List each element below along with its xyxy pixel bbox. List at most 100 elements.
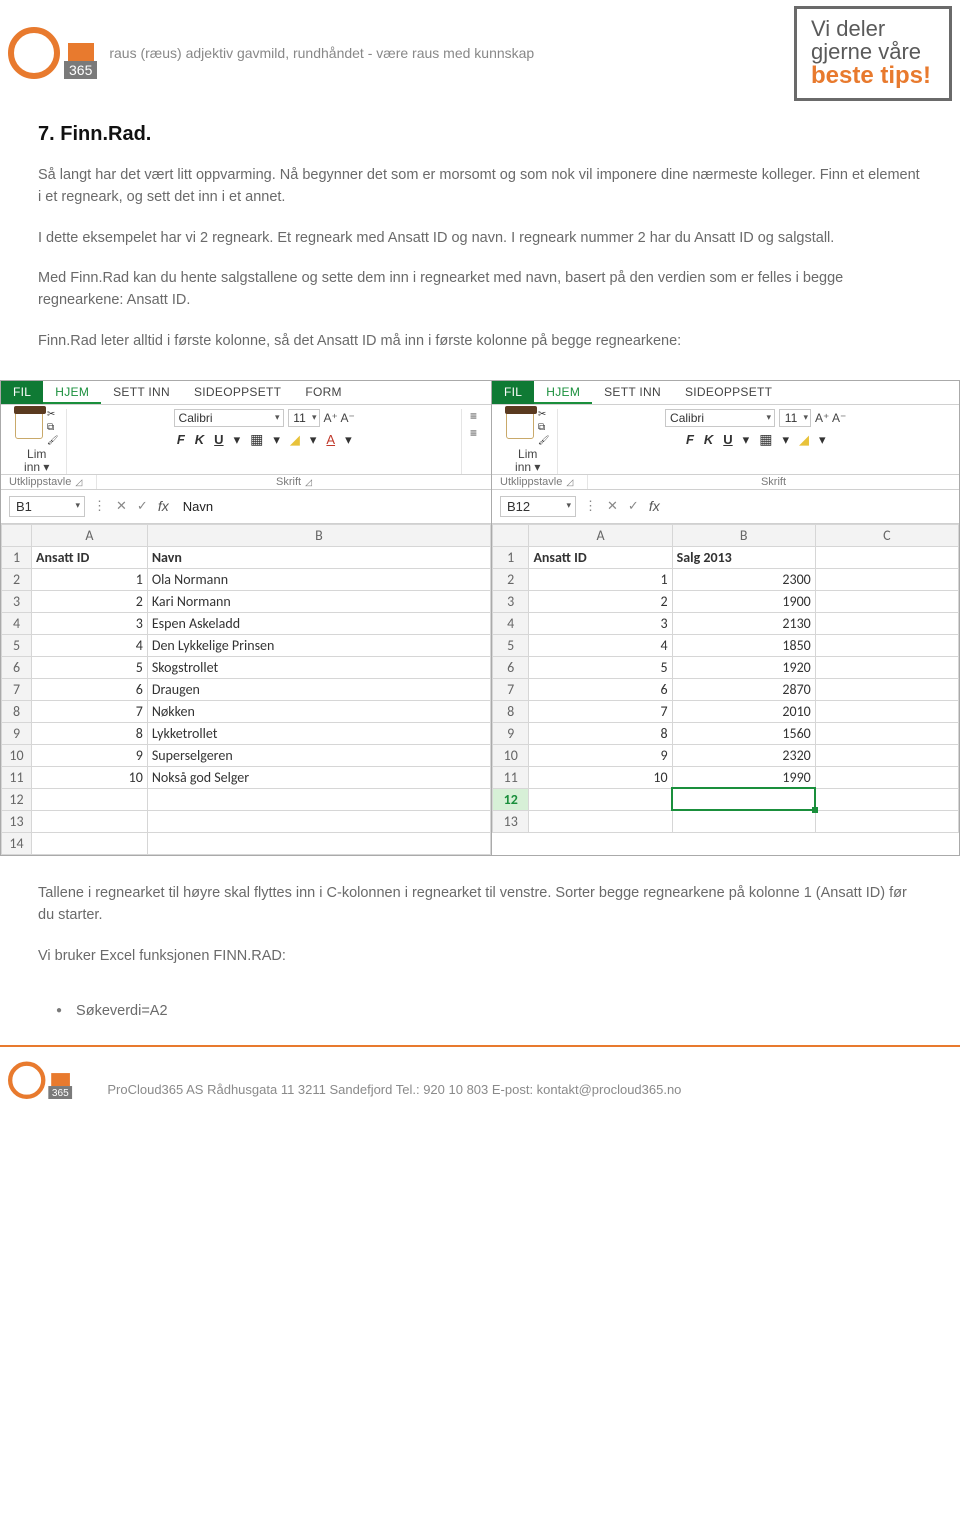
fill-color-icon[interactable]: ◢ (799, 432, 809, 448)
dropdown-icon[interactable]: ▾ (273, 432, 280, 448)
font-group: Calibri 11 A⁺ A⁻ F K U ▾ ▦ ▾ ◢ ▾ (558, 409, 953, 473)
paste-icon[interactable] (15, 409, 43, 439)
fx-icon[interactable]: fx (649, 498, 660, 514)
paragraph: Finn.Rad leter alltid i første kolonne, … (38, 330, 922, 352)
dropdown-icon[interactable]: ▾ (345, 432, 352, 448)
fx-icon[interactable]: fx (158, 498, 169, 514)
bullet-item: Søkeverdi=A2 (56, 1003, 922, 1019)
font-color-icon[interactable]: A (326, 432, 335, 447)
tips-line2: beste tips! (811, 63, 931, 89)
enter-icon[interactable]: ✓ (628, 498, 639, 514)
formula-bar[interactable]: Navn (183, 499, 213, 514)
name-box[interactable]: B1 (9, 496, 85, 517)
clipboard-group: Lim inn ▾ (498, 409, 558, 473)
logo-365-text: 365 (64, 61, 97, 79)
content-body: 7. Finn.Rad. Så langt har det vært litt … (0, 101, 960, 381)
paragraph: Så langt har det vært litt oppvarming. N… (38, 164, 922, 209)
underline-button[interactable]: U (214, 432, 223, 447)
dropdown-icon[interactable]: ▾ (819, 432, 826, 448)
align-icon[interactable]: ≡ (470, 409, 477, 423)
cancel-icon[interactable]: ✕ (116, 498, 127, 514)
group-label: Utklippstavle (9, 476, 71, 488)
formula-bar-row: B12 ⋮ ✕ ✓ fx (492, 490, 959, 524)
footer-logo: 365 (8, 1062, 72, 1099)
tab-settinn[interactable]: SETT INN (101, 381, 182, 404)
dropdown-icon[interactable]: ▾ (310, 432, 317, 448)
cut-icon[interactable] (538, 409, 549, 420)
paragraph: Vi bruker Excel funksjonen FINN.RAD: (38, 945, 922, 967)
paragraph: Tallene i regnearket til høyre skal flyt… (38, 882, 922, 927)
font-group: Calibri 11 A⁺ A⁻ F K U ▾ ▦ ▾ ◢ ▾ A (67, 409, 462, 473)
logo-o-icon (8, 1062, 45, 1099)
tab-fil[interactable]: FIL (1, 381, 43, 404)
font-name-select[interactable]: Calibri (665, 409, 775, 427)
tips-callout: Vi deler gjerne våre beste tips! (794, 6, 952, 101)
logo-square-icon (51, 1073, 70, 1086)
dropdown-icon[interactable]: ▾ (234, 432, 241, 448)
logo-365-block: 365 (48, 1073, 72, 1099)
header: 365 raus (ræus) adjektiv gavmild, rundhå… (0, 0, 960, 101)
group-label: Utklippstavle (500, 476, 562, 488)
sheet-grid-right[interactable]: ABC1Ansatt IDSalg 2013212300321900432130… (492, 524, 959, 833)
content-body-2: Tallene i regnearket til høyre skal flyt… (0, 856, 960, 995)
paste-label: Lim inn ▾ (24, 448, 49, 473)
logo-square-icon (68, 43, 94, 61)
ribbon-labels: Utklippstavle◿ Skrift◿ (1, 475, 491, 490)
excel-right: FIL HJEM SETT INN SIDEOPPSETT (492, 380, 960, 855)
divider-icon: ⋮ (584, 498, 597, 514)
font-size-select[interactable]: 11 (779, 409, 811, 427)
tab-fil[interactable]: FIL (492, 381, 534, 404)
ribbon-tabs: FIL HJEM SETT INN SIDEOPPSETT FORM (1, 381, 491, 405)
page: 365 raus (ræus) adjektiv gavmild, rundhå… (0, 0, 960, 1105)
cancel-icon[interactable]: ✕ (607, 498, 618, 514)
logo: 365 (8, 27, 97, 79)
logo-365-block: 365 (64, 43, 97, 79)
bullet-list: Søkeverdi=A2 (0, 995, 960, 1025)
sheet-grid-left[interactable]: AB1Ansatt IDNavn21Ola Normann32Kari Norm… (1, 524, 491, 855)
paragraph: I dette eksempelet har vi 2 regneark. Et… (38, 227, 922, 249)
tab-form[interactable]: FORM (293, 381, 354, 404)
group-label: Skrift (761, 476, 786, 488)
dropdown-icon[interactable]: ▾ (743, 432, 750, 448)
tab-settinn[interactable]: SETT INN (592, 381, 673, 404)
excel-left: FIL HJEM SETT INN SIDEOPPSETT FORM (0, 380, 492, 855)
section-heading: 7. Finn.Rad. (38, 123, 922, 146)
tips-line1a: Vi deler (811, 17, 931, 40)
logo-o-icon (8, 27, 60, 79)
bold-button[interactable]: F (177, 432, 185, 447)
format-painter-icon[interactable] (538, 435, 549, 446)
copy-icon[interactable] (47, 422, 58, 433)
name-box[interactable]: B12 (500, 496, 576, 517)
borders-icon[interactable]: ▦ (759, 431, 772, 448)
copy-icon[interactable] (538, 422, 549, 433)
font-name-select[interactable]: Calibri (174, 409, 284, 427)
footer-text: ProCloud365 AS Rådhusgata 11 3211 Sandef… (107, 1082, 681, 1099)
borders-icon[interactable]: ▦ (250, 431, 263, 448)
align-group: ≡ ≡ (462, 409, 485, 473)
bold-button[interactable]: F (686, 432, 694, 447)
tab-sideoppsett[interactable]: SIDEOPPSETT (182, 381, 293, 404)
tab-hjem[interactable]: HJEM (534, 381, 592, 404)
font-grow-shrink[interactable]: A⁺ A⁻ (324, 411, 355, 425)
paragraph: Med Finn.Rad kan du hente salgstallene o… (38, 267, 922, 312)
format-painter-icon[interactable] (47, 435, 58, 446)
italic-button[interactable]: K (704, 432, 713, 447)
dropdown-icon[interactable]: ▾ (782, 432, 789, 448)
paste-icon[interactable] (506, 409, 534, 439)
italic-button[interactable]: K (195, 432, 204, 447)
tab-hjem[interactable]: HJEM (43, 381, 101, 404)
enter-icon[interactable]: ✓ (137, 498, 148, 514)
tips-line1b: gjerne våre (811, 40, 931, 63)
group-label: Skrift (276, 476, 301, 488)
clipboard-mini-icons (538, 409, 549, 446)
logo-365-text: 365 (48, 1086, 72, 1099)
cut-icon[interactable] (47, 409, 58, 420)
fill-color-icon[interactable]: ◢ (290, 432, 300, 448)
tagline: raus (ræus) adjektiv gavmild, rundhåndet… (109, 45, 534, 61)
underline-button[interactable]: U (723, 432, 732, 447)
font-grow-shrink[interactable]: A⁺ A⁻ (815, 411, 846, 425)
tab-sideoppsett[interactable]: SIDEOPPSETT (673, 381, 784, 404)
align-icon[interactable]: ≡ (470, 426, 477, 440)
font-size-select[interactable]: 11 (288, 409, 320, 427)
ribbon-labels: Utklippstavle◿ Skrift (492, 475, 959, 490)
